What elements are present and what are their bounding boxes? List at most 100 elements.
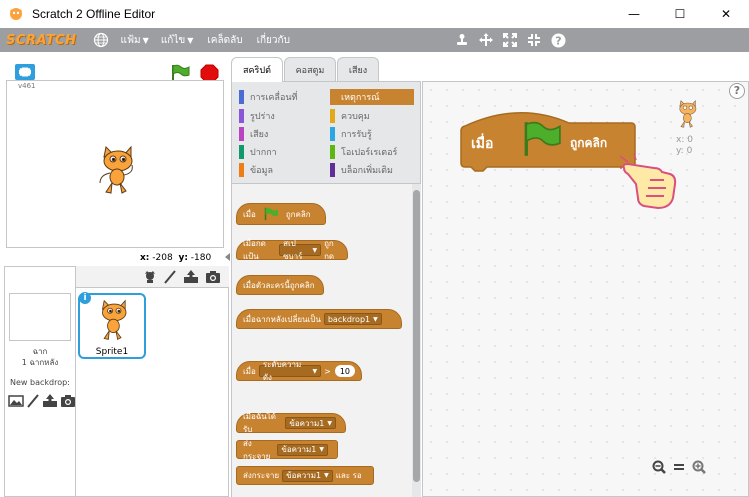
help-tool[interactable]: ? [546, 28, 570, 52]
duplicate-stamp-tool[interactable] [450, 28, 474, 52]
presentation-mode-icon[interactable] [14, 63, 36, 81]
tab-sounds[interactable]: เสียง [337, 57, 379, 81]
backdrop-count: 1 ฉากหลัง [21, 358, 59, 367]
chevron-down-icon: ▼ [312, 246, 318, 254]
green-flag-icon [264, 207, 278, 221]
sprite-x: x: 0 [676, 135, 693, 145]
menu-tips[interactable]: เคล็ดลับ [207, 33, 242, 48]
message-dropdown[interactable]: ข้อความ1 ▼ [277, 443, 328, 456]
category-more-blocks[interactable]: บล็อกเพิ่มเติม [330, 162, 414, 178]
zoom-out-button[interactable] [651, 459, 667, 475]
category-control[interactable]: ควบคุม [330, 108, 414, 124]
category-looks[interactable]: รูปร่าง [239, 108, 323, 124]
maximize-button[interactable]: ☐ [657, 0, 703, 28]
category-label: ปากกา [250, 148, 277, 158]
block-when-flag-clicked[interactable]: เมื่อ ถูกคลิก [236, 203, 326, 225]
sprite-cat-on-stage[interactable] [94, 145, 139, 195]
svg-text:?: ? [555, 34, 561, 47]
cursor-tools: ? [450, 28, 570, 52]
x-label: x: [140, 253, 150, 263]
upload-icon[interactable] [183, 269, 199, 284]
block-text: เมื่อ [243, 366, 256, 376]
minimize-button[interactable]: — [611, 0, 657, 28]
camera-icon[interactable] [60, 394, 76, 408]
block-text: เมื่อตัวละครนี้ถูกคลิก [243, 280, 315, 290]
pointing-hand-icon [620, 154, 677, 210]
camera-icon[interactable] [205, 270, 221, 284]
script-block-text: เมื่อ [471, 136, 494, 152]
category-color-bar [330, 109, 335, 123]
close-button[interactable]: ✕ [703, 0, 749, 28]
help-button[interactable]: ? [729, 83, 745, 99]
tab-costumes[interactable]: คอสตูม [284, 57, 336, 81]
message-dropdown[interactable]: ข้อความ1 ▼ [282, 469, 333, 482]
block-when-key-pressed[interactable]: เมื่อกดแป้น สเปซบาร์ ▼ ถูกกด [236, 239, 348, 261]
category-label: การเคลื่อนที่ [250, 93, 298, 103]
tab-scripts-label: สคริปต์ [243, 66, 271, 76]
title-bar: Scratch 2 Offline Editor — ☐ ✕ [0, 0, 749, 28]
sprite-library-icon[interactable] [143, 270, 157, 284]
menu-about[interactable]: เกี่ยวกับ [257, 33, 290, 48]
language-globe-icon[interactable] [93, 32, 109, 48]
category-data[interactable]: ข้อมูล [239, 162, 323, 178]
block-text: เมื่อกดแป้น [243, 239, 266, 261]
tab-scripts[interactable]: สคริปต์ [231, 57, 283, 82]
category-pen[interactable]: ปากกา [239, 144, 323, 160]
tab-costumes-label: คอสตูม [295, 65, 325, 76]
scratch-editor-window: Scratch 2 Offline Editor — ☐ ✕ SCRATCH แ… [0, 0, 749, 497]
backdrop-dropdown[interactable]: backdrop1 ▼ [323, 313, 382, 325]
category-operators[interactable]: โอเปอร์เรเตอร์ [330, 144, 414, 160]
category-label: รูปร่าง [250, 112, 275, 122]
scratch-logo[interactable]: SCRATCH [6, 33, 77, 48]
stage-info: ฉาก 1 ฉากหลัง [4, 346, 76, 368]
block-text: ถูกคลิก [285, 209, 311, 219]
mouse-coordinates: x: -208 y: -180 [140, 253, 211, 263]
collapse-stage-arrow-icon[interactable] [224, 252, 231, 262]
block-text: เมื่อ [243, 209, 256, 219]
message-dropdown[interactable]: ข้อความ1 ▼ [285, 417, 336, 429]
delete-scissors-tool[interactable] [474, 28, 498, 52]
block-broadcast[interactable]: ส่งกระจาย ข้อความ1 ▼ [236, 439, 338, 461]
category-color-bar [239, 145, 244, 159]
menu-file-label: แฟ้ม [120, 34, 141, 46]
key-dropdown[interactable]: สเปซบาร์ ▼ [279, 239, 322, 261]
menu-file[interactable]: แฟ้ม ▼ [121, 33, 149, 48]
grow-tool[interactable] [498, 28, 522, 52]
backdrop-library-icon[interactable] [8, 394, 24, 408]
new-sprite-toolbar [76, 266, 229, 288]
category-label: เสียง [250, 130, 269, 140]
category-motion[interactable]: การเคลื่อนที่ [239, 89, 323, 105]
category-color-bar [239, 90, 244, 104]
menu-edit-label: แก้ไข [160, 34, 186, 46]
zoom-reset-button[interactable] [671, 459, 687, 475]
dropdown-value: backdrop1 [327, 314, 371, 324]
sprite-info-button[interactable]: i [79, 292, 91, 304]
block-when-backdrop-switches[interactable]: เมื่อฉากหลังเปลี่ยนเป็น backdrop1 ▼ [236, 309, 402, 329]
block-text: ส่งกระจาย [243, 471, 280, 480]
paint-brush-icon[interactable] [163, 269, 177, 284]
category-sound[interactable]: เสียง [239, 126, 323, 142]
paint-brush-icon[interactable] [26, 394, 40, 408]
block-when-sprite-clicked[interactable]: เมื่อตัวละครนี้ถูกคลิก [236, 275, 324, 295]
arrows-cross-icon [479, 33, 493, 46]
category-sensing[interactable]: การรับรู้ [330, 126, 414, 142]
block-text: เมื่อฉากหลังเปลี่ยนเป็น [243, 314, 321, 324]
number-input[interactable]: 10 [334, 365, 355, 377]
shrink-tool[interactable] [522, 28, 546, 52]
category-color-bar [239, 163, 244, 177]
sprite-panel-divider [75, 266, 76, 497]
block-when-i-receive[interactable]: เมื่อฉันได้รับ ข้อความ1 ▼ [236, 412, 346, 434]
block-when-loudness-greater[interactable]: เมื่อ ระดับความดัง ▼ > 10 [236, 360, 362, 382]
stage-thumbnail[interactable] [9, 293, 71, 341]
block-text: ถูกกด [324, 239, 335, 261]
category-events[interactable]: เหตุการณ์ [330, 89, 414, 105]
palette-scrollbar-thumb[interactable] [413, 190, 420, 482]
green-flag-icon [524, 121, 561, 156]
upload-icon[interactable] [42, 394, 58, 408]
category-label: ควบคุม [341, 112, 370, 122]
block-broadcast-and-wait[interactable]: ส่งกระจาย ข้อความ1 ▼ และ รอ [236, 466, 374, 485]
menu-edit[interactable]: แก้ไข ▼ [161, 33, 194, 48]
sensor-dropdown[interactable]: ระดับความดัง ▼ [258, 360, 322, 382]
expand-icon [503, 33, 517, 47]
zoom-in-button[interactable] [691, 459, 707, 475]
